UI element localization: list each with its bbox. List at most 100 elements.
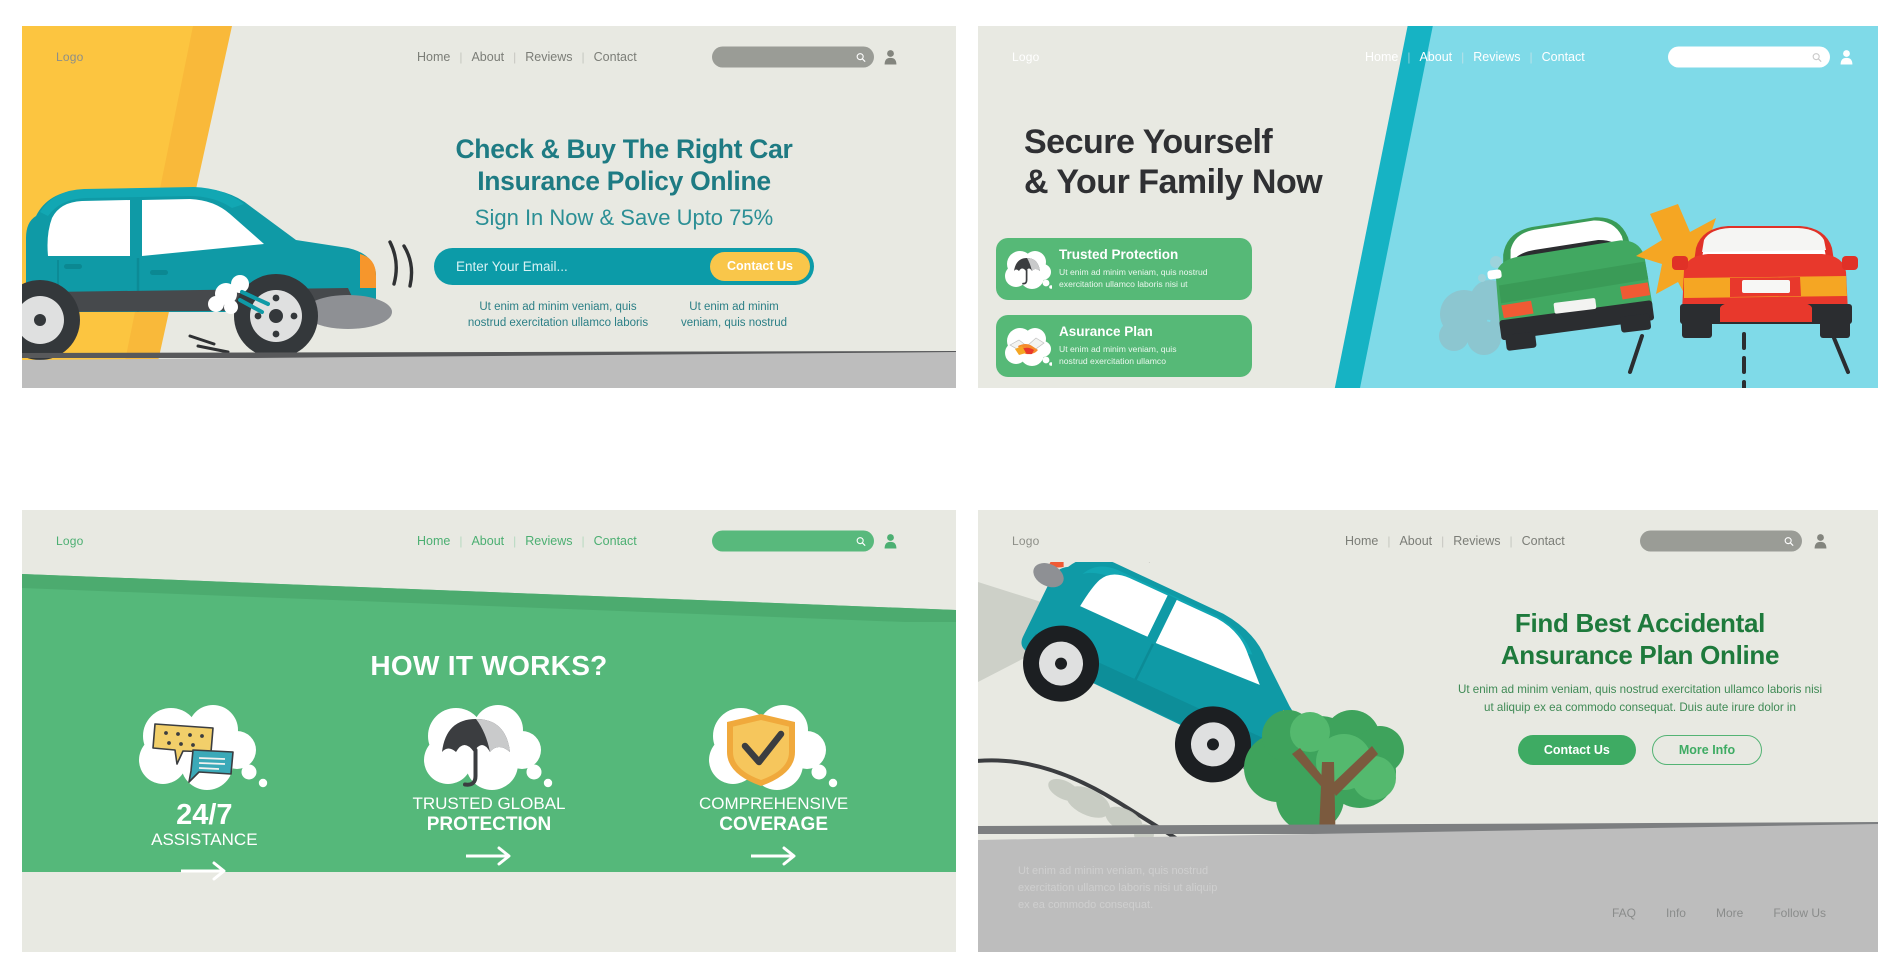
desc-line-2: nostrud exercitation ullamco xyxy=(1059,355,1166,366)
nav-link-about[interactable]: About xyxy=(1410,50,1461,64)
feature-card-list: Trusted Protection Ut enim ad minim veni… xyxy=(996,238,1252,388)
nav-separator: | xyxy=(513,534,517,548)
handshake-icon xyxy=(1002,324,1053,368)
search-input[interactable] xyxy=(1668,46,1830,68)
page-subtitle: Sign In Now & Save Upto 75% xyxy=(474,204,774,230)
search-input[interactable] xyxy=(712,530,874,552)
nav-link-home[interactable]: Home xyxy=(1336,534,1387,548)
desc-line-1: Ut enim ad minim veniam, quis nostrud xyxy=(1059,266,1208,277)
navbar-panel1: Logo Home | About | Reviews | Contact xyxy=(22,26,956,88)
title-line-2: Ansurance Plan Online xyxy=(1500,639,1780,670)
email-field[interactable] xyxy=(456,258,711,274)
page-title: Secure Yourself & Your Family Now xyxy=(1024,122,1323,202)
nav-link-contact[interactable]: Contact xyxy=(585,534,646,548)
arrow-right-icon[interactable] xyxy=(639,846,909,866)
feature-card-trusted-protection[interactable]: Trusted Protection Ut enim ad minim veni… xyxy=(996,238,1252,300)
footer-link-follow-us[interactable]: Follow Us xyxy=(1773,906,1826,920)
search-icon xyxy=(1812,53,1822,62)
page-title: Find Best Accidental Ansurance Plan Onli… xyxy=(1430,608,1850,671)
hero-notes: Ut enim ad minim veniam, quis nostrud ex… xyxy=(434,299,814,332)
nav-link-reviews[interactable]: Reviews xyxy=(516,534,581,548)
footer-link-info[interactable]: Info xyxy=(1666,906,1686,920)
shield-check-icon xyxy=(699,702,849,794)
more-info-button[interactable]: More Info xyxy=(1651,735,1763,766)
footer-link-faq[interactable]: FAQ xyxy=(1612,906,1636,920)
feature-card-text: Trusted Protection Ut enim ad minim veni… xyxy=(1059,247,1218,290)
search-icon xyxy=(856,537,866,546)
feature-title: 24/7 xyxy=(176,799,233,831)
feature-title: TRUSTED GLOBAL xyxy=(412,794,566,813)
nav-links: Home | About | Reviews | Contact xyxy=(1336,534,1574,548)
nav-link-home[interactable]: Home xyxy=(408,534,459,548)
feature-card-title: Asurance Plan xyxy=(1059,324,1153,340)
nav-link-reviews[interactable]: Reviews xyxy=(1464,50,1529,64)
nav-separator: | xyxy=(1407,50,1411,64)
page-title: Check & Buy The Right Car Insurance Poli… xyxy=(434,134,814,198)
panel-how-it-works: Logo Home | About | Reviews | Contact HO… xyxy=(22,510,956,952)
title-line-2: & Your Family Now xyxy=(1024,163,1323,202)
arrow-right-icon[interactable] xyxy=(354,846,624,866)
arrow-right-icon[interactable] xyxy=(69,861,339,881)
page-description: Ut enim ad minim veniam, quis nostrud ex… xyxy=(1457,683,1823,715)
feature-subtitle: COVERAGE xyxy=(719,813,829,835)
contact-us-button[interactable]: Contact Us xyxy=(710,251,810,281)
panel-accidental-insurance: Ut enim ad minim veniam, quis nostrud ex… xyxy=(978,510,1878,952)
nav-link-home[interactable]: Home xyxy=(1356,50,1407,64)
nav-link-about[interactable]: About xyxy=(1390,534,1441,548)
logo[interactable]: Logo xyxy=(56,50,84,64)
hero-content-panel1: Check & Buy The Right Car Insurance Poli… xyxy=(434,134,814,332)
search-icon xyxy=(1784,537,1794,546)
logo[interactable]: Logo xyxy=(56,534,84,548)
panel-secure-yourself: Logo Home | About | Reviews | Contact Se… xyxy=(978,26,1878,388)
feature-column-protection[interactable]: TRUSTED GLOBAL PROTECTION xyxy=(354,702,624,881)
screenshot-canvas: Logo Home | About | Reviews | Contact Ch… xyxy=(0,0,1899,980)
feature-column-assistance[interactable]: 24/7 ASSISTANCE xyxy=(69,702,339,881)
nav-separator: | xyxy=(1441,534,1445,548)
nav-link-contact[interactable]: Contact xyxy=(1513,534,1574,548)
nav-links: Home | About | Reviews | Contact xyxy=(408,50,646,64)
section-title: HOW IT WORKS? xyxy=(370,650,608,681)
nav-separator: | xyxy=(1387,534,1391,548)
search-input[interactable] xyxy=(712,46,874,68)
feature-card-title: Trusted Protection xyxy=(1059,247,1179,263)
footer-grey-text: Ut enim ad minim veniam, quis nostrud ex… xyxy=(1018,864,1218,911)
chat-bubbles-icon xyxy=(129,702,279,794)
nav-link-reviews[interactable]: Reviews xyxy=(516,50,581,64)
nav-link-reviews[interactable]: Reviews xyxy=(1444,534,1509,548)
feature-card-desc: Ut enim ad minim veniam, quis nostrud ex… xyxy=(1059,343,1177,367)
title-line-2: Insurance Policy Online xyxy=(477,165,771,196)
nav-separator: | xyxy=(459,534,463,548)
navbar-panel2: Logo Home | About | Reviews | Contact xyxy=(978,26,1878,88)
feature-subtitle: ASSISTANCE xyxy=(151,830,258,850)
logo[interactable]: Logo xyxy=(1012,534,1040,548)
nav-link-contact[interactable]: Contact xyxy=(1533,50,1594,64)
nav-link-home[interactable]: Home xyxy=(408,50,459,64)
nav-link-about[interactable]: About xyxy=(462,534,513,548)
search-input[interactable] xyxy=(1640,530,1802,552)
footer-link-more[interactable]: More xyxy=(1716,906,1743,920)
nav-separator: | xyxy=(513,50,517,64)
user-avatar-icon[interactable] xyxy=(884,50,897,65)
nav-separator: | xyxy=(1461,50,1465,64)
umbrella-icon xyxy=(414,702,564,794)
panel-car-insurance-hero: Logo Home | About | Reviews | Contact Ch… xyxy=(22,26,956,388)
nav-link-about[interactable]: About xyxy=(462,50,513,64)
user-avatar-icon[interactable] xyxy=(884,534,897,549)
logo[interactable]: Logo xyxy=(1012,50,1040,64)
nav-separator: | xyxy=(581,50,585,64)
title-line-1: Find Best Accidental xyxy=(1514,608,1766,638)
desc-line-1: Ut enim ad minim veniam, quis xyxy=(1059,343,1177,354)
note-right: Ut enim ad minim veniam, quis nostrud xyxy=(680,300,788,330)
nav-links: Home | About | Reviews | Contact xyxy=(408,534,646,548)
title-line-1: Secure Yourself xyxy=(1024,123,1273,161)
hero-content-panel4: Find Best Accidental Ansurance Plan Onli… xyxy=(1430,608,1850,766)
search-icon xyxy=(856,53,866,62)
user-avatar-icon[interactable] xyxy=(1840,50,1853,65)
feature-card-asurance-plan[interactable]: Asurance Plan Ut enim ad minim veniam, q… xyxy=(996,315,1252,377)
feature-column-coverage[interactable]: COMPREHENSIVE COVERAGE xyxy=(639,702,909,881)
nav-separator: | xyxy=(459,50,463,64)
feature-columns: 24/7 ASSISTANCE TRUSTED GLOBAL PROTECTIO… xyxy=(62,702,916,881)
contact-us-button[interactable]: Contact Us xyxy=(1517,735,1636,766)
user-avatar-icon[interactable] xyxy=(1814,534,1827,549)
nav-link-contact[interactable]: Contact xyxy=(585,50,646,64)
